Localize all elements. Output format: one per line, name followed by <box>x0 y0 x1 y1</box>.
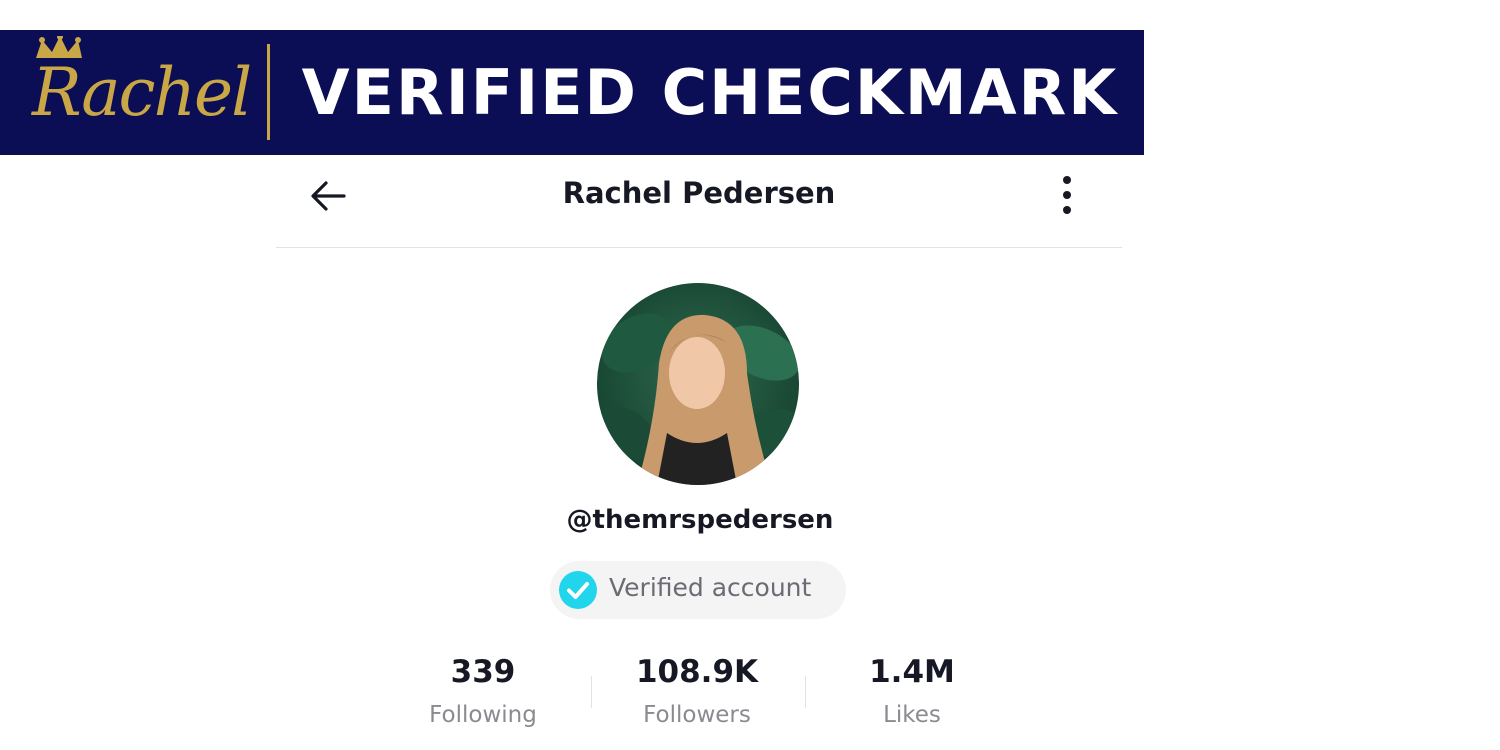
stat-value: 108.9K <box>635 654 759 690</box>
verified-badge: Verified account <box>550 561 846 619</box>
rachel-logo: Rachel <box>22 36 252 151</box>
stat-divider <box>591 676 592 708</box>
checkmark-circle-icon <box>558 570 598 610</box>
avatar[interactable] <box>597 283 799 485</box>
logo-text: Rachel <box>32 54 252 131</box>
stat-likes[interactable]: 1.4M Likes <box>812 650 1012 730</box>
banner-divider <box>267 44 270 140</box>
more-vertical-icon <box>1063 176 1071 214</box>
stat-followers[interactable]: 108.9K Followers <box>597 650 797 730</box>
banner: Rachel VERIFIED CHECKMARK <box>0 30 1144 155</box>
more-options-button[interactable] <box>1052 174 1082 218</box>
stat-label: Following <box>429 702 537 728</box>
username: @themrspedersen <box>566 505 834 535</box>
profile-photo <box>597 283 799 485</box>
stat-label: Followers <box>643 702 751 728</box>
stat-value: 1.4M <box>869 654 955 690</box>
stat-label: Likes <box>883 702 941 728</box>
profile-header: Rachel Pedersen <box>276 156 1122 248</box>
verified-label: Verified account <box>609 573 812 602</box>
profile-name: Rachel Pedersen <box>562 176 836 210</box>
stat-value: 339 <box>450 654 516 690</box>
stat-following[interactable]: 339 Following <box>383 650 583 730</box>
stat-divider <box>805 676 806 708</box>
banner-title: VERIFIED CHECKMARK <box>301 56 1119 129</box>
